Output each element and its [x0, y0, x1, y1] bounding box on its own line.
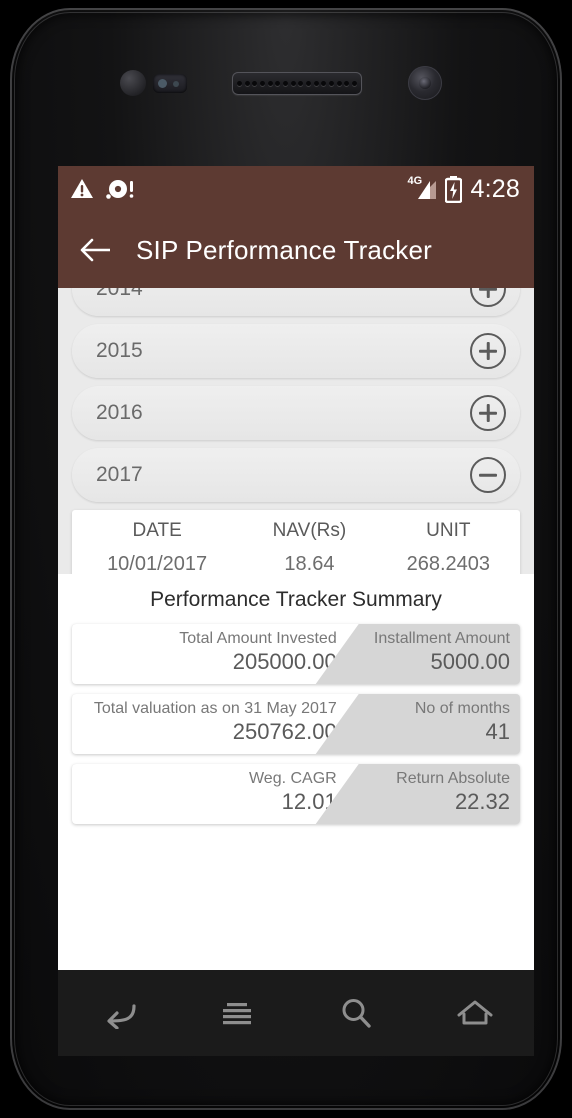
warning-icon [71, 179, 93, 198]
front-camera-icon [408, 66, 442, 100]
back-icon [106, 1004, 136, 1029]
year-label: 2017 [96, 463, 143, 486]
status-clock: 4:28 [470, 174, 520, 203]
nav-menu-button[interactable] [207, 989, 267, 1037]
year-list-scroll-area[interactable]: 2014 2015 2016 2017 DATE NAV(Rs) UNIT 10… [58, 288, 534, 574]
nav-history-table: DATE NAV(Rs) UNIT 10/01/2017 18.64 268.2… [72, 510, 520, 574]
summary-value: 250762.00 [232, 718, 337, 744]
expand-plus-icon[interactable] [470, 395, 506, 431]
nav-home-button[interactable] [445, 989, 505, 1037]
column-header-unit: UNIT [426, 520, 471, 541]
summary-key: Return Absolute [396, 770, 510, 787]
summary-title: Performance Tracker Summary [150, 588, 442, 611]
summary-card-cagr: Weg. CAGR 12.01 Return Absolute 22.32 [72, 764, 520, 824]
light-sensor-icon [153, 74, 187, 93]
summary-card-right: Return Absolute 22.32 [323, 764, 520, 824]
column-header-date: DATE [132, 520, 182, 541]
status-notifications [70, 178, 136, 200]
summary-value: 205000.00 [232, 649, 337, 675]
proximity-sensor-icon [120, 70, 146, 96]
table-header-row: DATE NAV(Rs) UNIT [72, 514, 520, 546]
summary-card-left: Total Amount Invested 205000.00 [72, 624, 359, 684]
phone-screen: 4G 4:28 SIP Performance Tracker 2014 201… [58, 166, 534, 970]
summary-key: Installment Amount [373, 630, 510, 647]
year-row-2014[interactable]: 2014 [72, 288, 520, 316]
year-row-2016[interactable]: 2016 [72, 386, 520, 440]
summary-value: 41 [485, 719, 510, 745]
earpiece-speaker-icon [232, 72, 362, 95]
expand-plus-icon[interactable] [470, 288, 506, 307]
table-row: 10/01/2017 18.64 268.2403 [72, 546, 520, 574]
summary-card-left: Weg. CAGR 12.01 [72, 764, 359, 824]
summary-key: Weg. CAGR [248, 770, 337, 787]
summary-value: 5000.00 [430, 649, 510, 675]
year-row-2015[interactable]: 2015 [72, 324, 520, 378]
summary-value: 12.01 [281, 789, 337, 815]
summary-card-right: Installment Amount 5000.00 [323, 624, 520, 684]
summary-card-invested: Total Amount Invested 205000.00 Installm… [72, 624, 520, 684]
year-row-2017[interactable]: 2017 [72, 448, 520, 502]
alarm-icon [106, 180, 134, 199]
nav-back-button[interactable] [88, 989, 148, 1037]
phone-device: 4G 4:28 SIP Performance Tracker 2014 201… [10, 8, 562, 1110]
cell-unit: 268.2403 [406, 553, 491, 574]
menu-icon [222, 1003, 251, 1025]
cell-date: 10/01/2017 [107, 553, 208, 574]
summary-key: Total valuation as on 31 May 2017 [93, 700, 337, 717]
android-navigation-bar [58, 970, 534, 1056]
arrow-left-icon [80, 238, 110, 262]
summary-card-left: Total valuation as on 31 May 2017 250762… [72, 694, 359, 754]
search-icon [342, 999, 371, 1028]
summary-key: Total Amount Invested [179, 630, 337, 647]
page-title: SIP Performance Tracker [136, 234, 433, 265]
cell-nav: 18.64 [284, 553, 335, 574]
battery-charging-icon [444, 175, 462, 203]
status-system-icons: 4G 4:28 [408, 174, 520, 204]
performance-summary-section: Performance Tracker Summary Total Amount… [58, 574, 534, 844]
summary-value: 22.32 [454, 789, 510, 815]
back-button[interactable] [72, 226, 120, 274]
year-label: 2015 [96, 339, 143, 362]
summary-card-valuation: Total valuation as on 31 May 2017 250762… [72, 694, 520, 754]
summary-card-right: No of months 41 [323, 694, 520, 754]
status-bar: 4G 4:28 [58, 166, 534, 212]
collapse-minus-icon[interactable] [470, 457, 506, 493]
column-header-nav: NAV(Rs) [272, 520, 347, 541]
signal-icon: 4G [408, 175, 436, 201]
year-label: 2014 [96, 288, 143, 300]
home-icon [457, 1000, 492, 1025]
app-bar: SIP Performance Tracker [58, 212, 534, 288]
expand-plus-icon[interactable] [470, 333, 506, 369]
nav-search-button[interactable] [326, 989, 386, 1037]
summary-key: No of months [414, 700, 510, 717]
year-label: 2016 [96, 401, 143, 424]
